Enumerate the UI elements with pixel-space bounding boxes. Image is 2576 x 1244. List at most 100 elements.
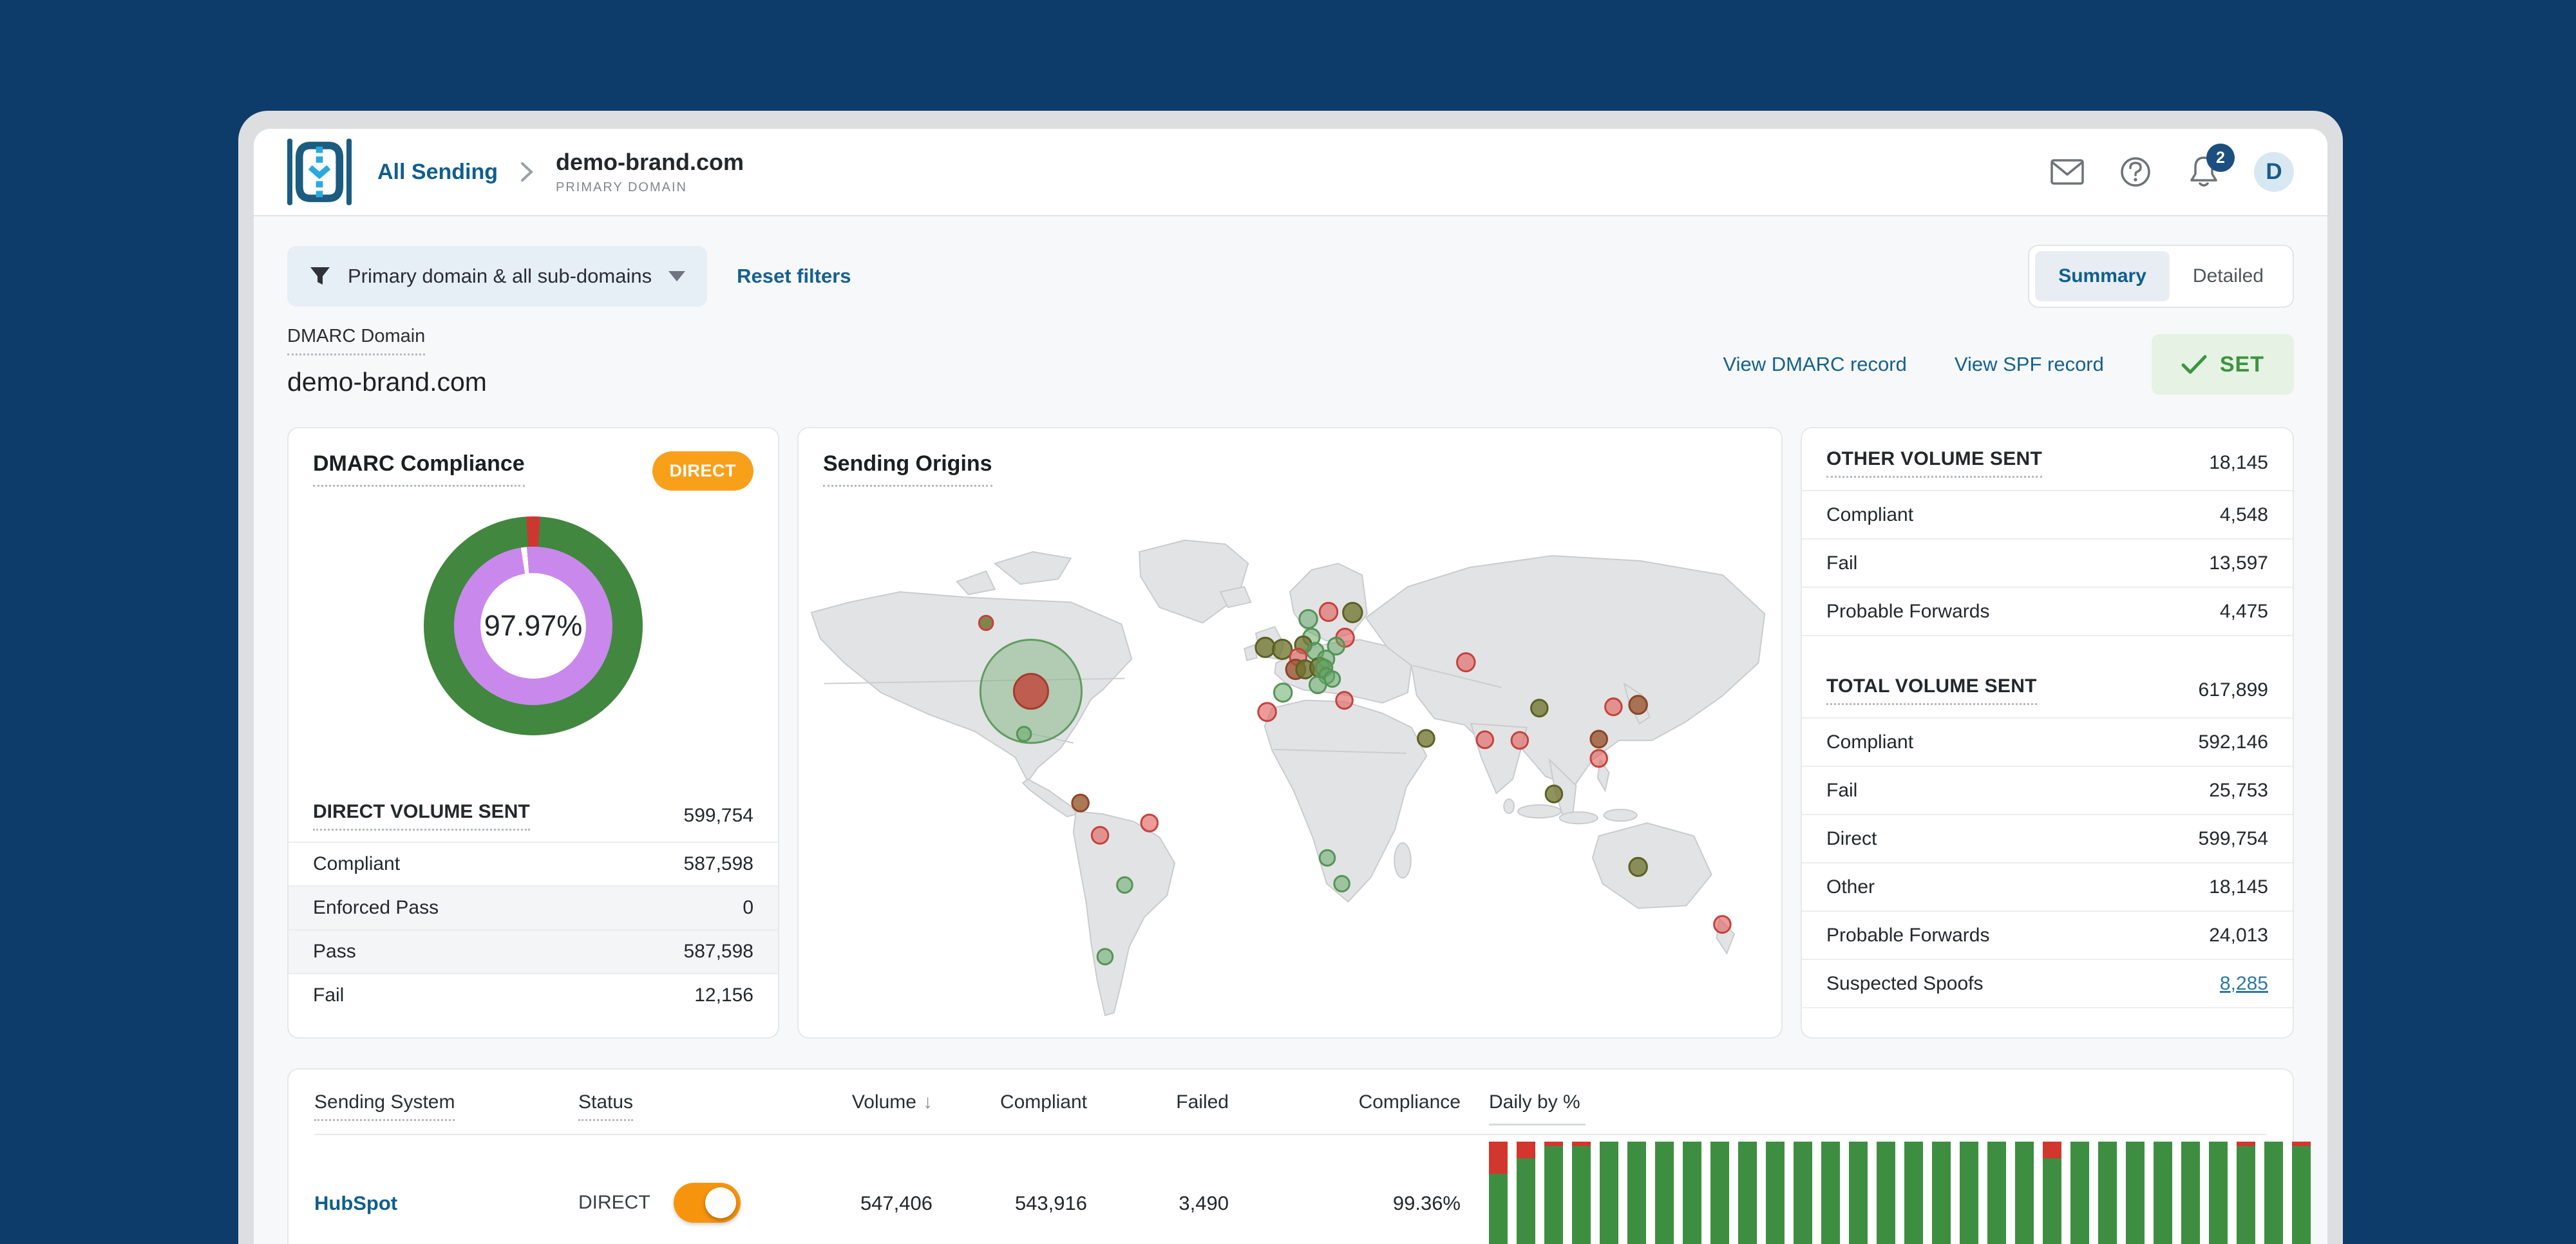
column-header-sending-system[interactable]: Sending System xyxy=(314,1091,578,1121)
origin-dot-red[interactable] xyxy=(1335,691,1354,710)
tab-detailed[interactable]: Detailed xyxy=(2170,251,2287,301)
origin-dot-olive[interactable] xyxy=(1530,699,1549,718)
breadcrumb-domain-name: demo-brand.com xyxy=(556,149,744,175)
compliance-row-label: Pass xyxy=(313,941,356,962)
origin-dot-red[interactable] xyxy=(1510,731,1530,750)
notifications-bell-icon[interactable]: 2 xyxy=(2186,144,2235,190)
stats-row-suspected-spoofs: Suspected Spoofs 8,285 xyxy=(1802,960,2293,1008)
origin-dot-olive[interactable] xyxy=(1544,784,1564,804)
origin-dot-green[interactable] xyxy=(1308,675,1327,695)
help-icon[interactable] xyxy=(2117,154,2154,190)
dmarc-domain-name: demo-brand.com xyxy=(287,367,487,397)
column-header-status[interactable]: Status xyxy=(578,1091,784,1121)
stats-section-gap xyxy=(1802,636,2293,663)
daily-bar xyxy=(2181,1142,2200,1244)
column-header-failed[interactable]: Failed xyxy=(1087,1091,1229,1113)
origin-dot-brown[interactable] xyxy=(1071,793,1090,813)
stats-row-label: Fail xyxy=(1826,552,1858,574)
stats-row-label: Probable Forwards xyxy=(1826,924,1990,946)
compliance-row-compliant: Compliant 587,598 xyxy=(289,842,778,885)
daily-bar xyxy=(1572,1142,1591,1244)
daily-bar xyxy=(2264,1142,2283,1244)
cell-compliant: 543,916 xyxy=(1014,1192,1087,1214)
continents xyxy=(810,540,1766,1017)
origin-dot-big-red[interactable] xyxy=(1012,673,1049,710)
dmarcian-logo-icon xyxy=(287,138,352,205)
compliance-stats-table: DIRECT VOLUME SENT 599,754 Compliant 587,59… xyxy=(289,790,778,1017)
summary-cards: DMARC Compliance DIRECT 97.97% DIRECT VO… xyxy=(287,427,2294,1039)
user-avatar[interactable]: D xyxy=(2254,152,2294,192)
origin-dot-green[interactable] xyxy=(1273,683,1293,703)
stats-row-value: 4,548 xyxy=(2219,504,2268,525)
mail-icon[interactable] xyxy=(2049,154,2085,190)
daily-bar xyxy=(1738,1142,1757,1244)
column-header-compliance[interactable]: Compliance xyxy=(1229,1091,1461,1113)
daily-bar xyxy=(1600,1142,1618,1244)
column-header-compliant[interactable]: Compliant xyxy=(933,1091,1087,1113)
stats-header-value: 18,145 xyxy=(2209,452,2268,473)
origin-dot-olive[interactable] xyxy=(1342,601,1363,623)
origin-dot-green[interactable] xyxy=(1116,876,1133,894)
compliance-row-value: 587,598 xyxy=(683,941,753,962)
origin-dot-red[interactable] xyxy=(1604,697,1623,717)
status-toggle[interactable] xyxy=(673,1183,741,1223)
column-header-volume[interactable]: Volume ↓ xyxy=(784,1091,933,1113)
daily-bar xyxy=(2043,1142,2061,1244)
cell-failed: 3,490 xyxy=(1179,1192,1229,1214)
filter-row: Primary domain & all sub-domains Reset f… xyxy=(287,245,2294,308)
origin-dot-green[interactable] xyxy=(1318,849,1336,867)
breadcrumb-all-sending[interactable]: All Sending xyxy=(377,160,498,185)
funnel-icon xyxy=(310,267,330,285)
daily-compliance-bar-chart xyxy=(1489,1135,2311,1244)
origin-dot-brown[interactable] xyxy=(1628,695,1648,715)
origin-dot-red[interactable] xyxy=(1713,915,1732,934)
stats-row-value: 599,754 xyxy=(2198,827,2268,849)
origin-dot-red[interactable] xyxy=(1456,652,1476,673)
origin-dot-red[interactable] xyxy=(1090,825,1110,845)
sort-descending-icon[interactable]: ↓ xyxy=(923,1091,933,1113)
compliance-card-title: DMARC Compliance xyxy=(313,451,525,487)
daily-bar xyxy=(1683,1142,1701,1244)
origin-dot-green[interactable] xyxy=(1298,608,1318,629)
systems-table-header: Sending System Status Volume ↓ Compliant Fail… xyxy=(314,1070,2267,1135)
sending-origins-card: Sending Origins xyxy=(797,427,1783,1039)
origin-dot-olive[interactable] xyxy=(1271,638,1293,661)
origin-dot-red[interactable] xyxy=(1589,749,1608,768)
daily-bar xyxy=(2126,1142,2145,1244)
breadcrumb-current-domain: demo-brand.com PRIMARY DOMAIN xyxy=(556,149,744,195)
daily-bar xyxy=(2098,1142,2117,1244)
volume-stats-card: OTHER VOLUME SENT 18,145 Compliant 4,548 Fai… xyxy=(1801,427,2294,1039)
stats-row-compliant: Compliant 4,548 xyxy=(1802,491,2293,540)
cell-compliance: 99.36% xyxy=(1392,1192,1461,1214)
origin-dot-green[interactable] xyxy=(1323,670,1341,688)
daily-bar xyxy=(2070,1142,2089,1244)
origin-dot-olive[interactable] xyxy=(1417,729,1435,748)
dmarc-domain-label: DMARC Domain xyxy=(287,326,426,355)
origin-dot-olive[interactable] xyxy=(1255,636,1276,659)
origin-dot-olive[interactable] xyxy=(1628,856,1648,877)
toggle-knob xyxy=(705,1187,736,1218)
domain-filter-dropdown[interactable]: Primary domain & all sub-domains xyxy=(287,246,708,306)
compliance-row-label: Compliant xyxy=(313,853,401,874)
view-dmarc-record-link[interactable]: View DMARC record xyxy=(1723,353,1906,376)
sending-system-link[interactable]: HubSpot xyxy=(314,1192,397,1214)
tab-summary[interactable]: Summary xyxy=(2035,251,2170,301)
origin-dot-red[interactable] xyxy=(1257,702,1277,722)
origin-dot-olive-red[interactable] xyxy=(978,614,994,631)
stats-row-label: Compliant xyxy=(1826,731,1914,753)
origin-dot-red[interactable] xyxy=(1318,601,1339,622)
column-header-daily-by[interactable]: Daily by % xyxy=(1489,1091,2267,1126)
volume-stats-table: OTHER VOLUME SENT 18,145 Compliant 4,548 Fai… xyxy=(1802,428,2293,1008)
view-spf-record-link[interactable]: View SPF record xyxy=(1955,353,2104,376)
daily-bar xyxy=(2154,1142,2172,1244)
origin-dot-red[interactable] xyxy=(1140,813,1159,833)
reset-filters-link[interactable]: Reset filters xyxy=(737,265,851,288)
origin-dot-green[interactable] xyxy=(1333,874,1350,892)
compliance-donut-chart: 97.97% xyxy=(424,516,643,735)
origin-dot-green[interactable] xyxy=(1016,726,1032,742)
column-header-label: Status xyxy=(578,1091,634,1121)
suspected-spoofs-link[interactable]: 8,285 xyxy=(2220,973,2268,995)
origin-dot-brown[interactable] xyxy=(1589,730,1608,749)
origin-dot-green[interactable] xyxy=(1096,948,1114,966)
origin-dot-red[interactable] xyxy=(1475,730,1495,749)
